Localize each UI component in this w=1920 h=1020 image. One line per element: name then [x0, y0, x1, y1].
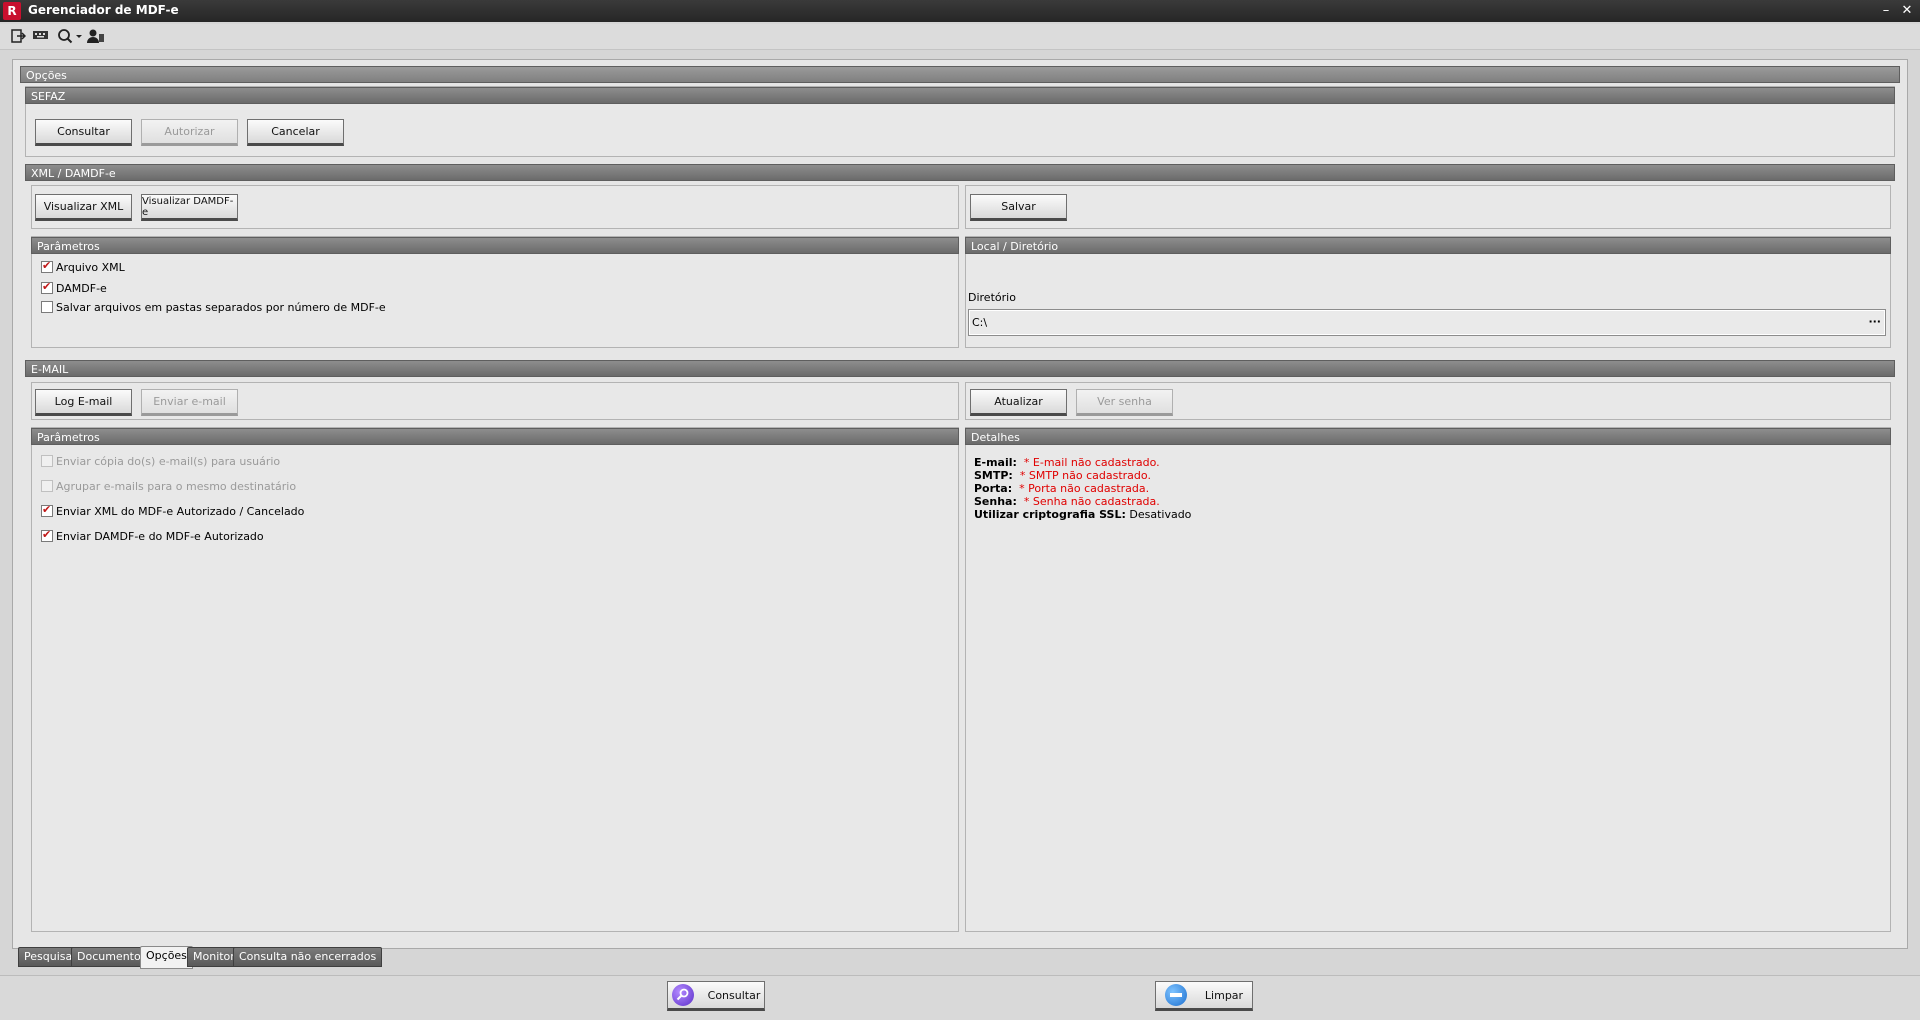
- limpar-icon: [1164, 984, 1187, 1006]
- enviar-copia-checkbox[interactable]: [41, 455, 53, 467]
- visualizar-xml-button[interactable]: Visualizar XML: [35, 194, 132, 221]
- atualizar-button[interactable]: Atualizar: [970, 389, 1067, 416]
- app-logo-icon: R: [3, 2, 21, 20]
- agrupar-emails-checkbox-row[interactable]: Agrupar e-mails para o mesmo destinatári…: [41, 479, 296, 493]
- enviar-damdfe-checkbox[interactable]: [41, 528, 53, 542]
- arquivo-xml-label: Arquivo XML: [56, 260, 125, 274]
- visualizar-damdfe-button[interactable]: Visualizar DAMDF-e: [141, 194, 238, 221]
- ver-senha-button[interactable]: Ver senha: [1076, 389, 1173, 416]
- diretorio-label: Diretório: [968, 291, 1016, 304]
- detail-smtp: SMTP: * SMTP não cadastrado.: [974, 469, 1151, 482]
- detail-email: E-mail: * E-mail não cadastrado.: [974, 456, 1160, 469]
- enviar-copia-checkbox-row[interactable]: Enviar cópia do(s) e-mail(s) para usuári…: [41, 454, 280, 468]
- keyboard-icon[interactable]: [31, 28, 51, 46]
- enviar-xml-checkbox[interactable]: [41, 503, 53, 517]
- bottom-consultar-label: Consultar: [707, 988, 761, 1002]
- detail-email-value: * E-mail não cadastrado.: [1023, 456, 1160, 469]
- consultar-icon: [671, 984, 694, 1006]
- enviar-damdfe-label: Enviar DAMDF-e do MDF-e Autorizado: [56, 529, 264, 543]
- detail-porta: Porta: * Porta não cadastrada.: [974, 482, 1150, 495]
- bottom-limpar-button[interactable]: Limpar: [1155, 981, 1253, 1011]
- enviar-copia-label: Enviar cópia do(s) e-mail(s) para usuári…: [56, 454, 281, 468]
- enviar-email-button[interactable]: Enviar e-mail: [141, 389, 238, 416]
- minimize-button[interactable]: –: [1877, 2, 1895, 20]
- bottom-consultar-button[interactable]: Consultar: [667, 981, 765, 1011]
- detalhes-list: E-mail: * E-mail não cadastrado. SMTP: *…: [974, 456, 1191, 521]
- salvar-pastas-checkbox[interactable]: [41, 301, 53, 313]
- window-title: Gerenciador de MDF-e: [28, 3, 179, 17]
- sefaz-cancelar-button[interactable]: Cancelar: [247, 119, 344, 146]
- xml-damdfe-header: XML / DAMDF-e: [25, 164, 1895, 181]
- detail-ssl-value: Desativado: [1129, 508, 1192, 521]
- damdfe-label: DAMDF-e: [56, 281, 107, 295]
- detail-senha-value: * Senha não cadastrada.: [1023, 495, 1160, 508]
- toolbar: [0, 24, 1920, 50]
- browse-directory-icon[interactable]: ···: [1868, 315, 1881, 328]
- local-diretorio-header: Local / Diretório: [965, 237, 1891, 254]
- tab-opcoes[interactable]: Opções: [140, 946, 193, 969]
- exit-icon[interactable]: [8, 28, 28, 46]
- salvar-panel: [965, 185, 1891, 229]
- bottom-limpar-label: Limpar: [1204, 988, 1244, 1002]
- salvar-pastas-checkbox-row[interactable]: Salvar arquivos em pastas separados por …: [41, 300, 386, 314]
- arquivo-xml-checkbox[interactable]: [41, 259, 53, 273]
- enviar-damdfe-checkbox-row[interactable]: Enviar DAMDF-e do MDF-e Autorizado: [41, 528, 264, 543]
- email-header: E-MAIL: [25, 360, 1895, 377]
- detail-smtp-value: * SMTP não cadastrado.: [1019, 469, 1151, 482]
- agrupar-emails-checkbox[interactable]: [41, 480, 53, 492]
- title-bar: R Gerenciador de MDF-e – ✕: [0, 0, 1920, 22]
- diretorio-input[interactable]: C:\ ···: [968, 309, 1886, 336]
- detail-ssl: Utilizar criptografia SSL: Desativado: [974, 508, 1192, 521]
- detail-porta-value: * Porta não cadastrada.: [1019, 482, 1150, 495]
- tab-consulta-nao-encerrados[interactable]: Consulta não encerrados: [233, 947, 383, 967]
- xml-parametros-header: Parâmetros: [31, 237, 959, 254]
- arquivo-xml-checkbox-row[interactable]: Arquivo XML: [41, 259, 125, 274]
- log-email-button[interactable]: Log E-mail: [35, 389, 132, 416]
- agrupar-emails-label: Agrupar e-mails para o mesmo destinatári…: [56, 479, 297, 493]
- damdfe-checkbox-row[interactable]: DAMDF-e: [41, 280, 107, 295]
- salvar-pastas-label: Salvar arquivos em pastas separados por …: [56, 300, 386, 314]
- sefaz-autorizar-button[interactable]: Autorizar: [141, 119, 238, 146]
- damdfe-checkbox[interactable]: [41, 280, 53, 294]
- email-parametros-header: Parâmetros: [31, 428, 959, 445]
- bottom-bar: [0, 975, 1920, 1020]
- search-dropdown-icon[interactable]: [56, 28, 84, 46]
- email-parametros-panel: [31, 427, 959, 932]
- salvar-button[interactable]: Salvar: [970, 194, 1067, 221]
- sefaz-header: SEFAZ: [25, 87, 1895, 104]
- detalhes-header: Detalhes: [965, 428, 1891, 445]
- user-icon[interactable]: [86, 28, 106, 46]
- diretorio-value: C:\: [972, 316, 988, 329]
- sefaz-consultar-button[interactable]: Consultar: [35, 119, 132, 146]
- opcoes-header: Opções: [20, 66, 1900, 83]
- detail-senha: Senha: * Senha não cadastrada.: [974, 495, 1160, 508]
- enviar-xml-checkbox-row[interactable]: Enviar XML do MDF-e Autorizado / Cancela…: [41, 503, 305, 518]
- close-button[interactable]: ✕: [1898, 2, 1916, 20]
- tab-pesquisa[interactable]: Pesquisa: [18, 947, 79, 967]
- enviar-xml-label: Enviar XML do MDF-e Autorizado / Cancela…: [56, 504, 305, 518]
